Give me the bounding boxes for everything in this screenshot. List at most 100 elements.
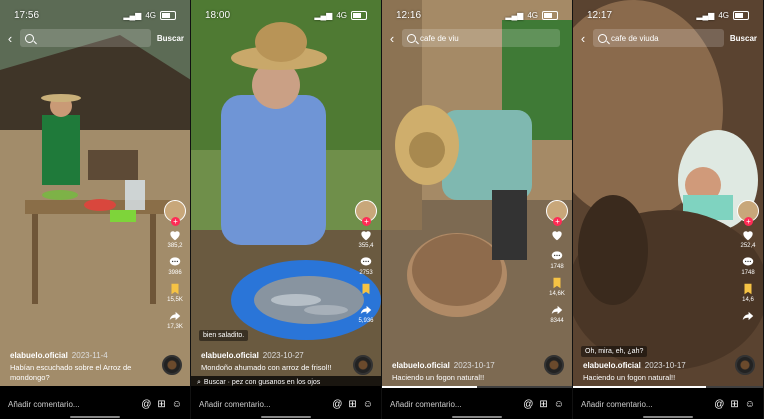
music-disc[interactable]: [735, 355, 755, 375]
action-rail: + 385,2 3986 15,5K 17,3K: [164, 200, 186, 330]
home-indicator: [70, 416, 120, 418]
related-search-text: Buscar · pez con gusanos en los ojos: [203, 379, 321, 386]
comment-count: 1748: [550, 264, 564, 270]
comment-icon: [551, 251, 563, 260]
related-search-bar[interactable]: ⌕ Buscar · pez con gusanos en los ojos: [191, 376, 381, 389]
search-input[interactable]: cafe de viuda: [593, 29, 724, 47]
username[interactable]: elabuelo.oficial: [201, 351, 259, 360]
heart-icon: [170, 231, 180, 241]
like-button[interactable]: 252,4: [740, 228, 756, 249]
status-bar: 12:17 ▂▄▆ 4G: [573, 8, 763, 22]
video-progress[interactable]: [573, 386, 763, 388]
video-panel-4[interactable]: 12:17 ▂▄▆ 4G ‹ cafe de viuda Buscar + 252…: [573, 0, 764, 419]
status-time: 18:00: [205, 9, 231, 21]
video-panel-1[interactable]: 17:56 ▂▄▆ 4G ‹ Buscar + 385,2 3986 15,5K …: [0, 0, 191, 419]
creator-avatar[interactable]: +: [164, 200, 186, 226]
video-progress[interactable]: [382, 386, 572, 388]
like-button[interactable]: [550, 228, 564, 243]
save-button[interactable]: 14,6: [741, 282, 755, 303]
save-button[interactable]: [359, 282, 373, 297]
battery-icon: [160, 10, 176, 20]
gift-icon[interactable]: ⊞: [539, 399, 547, 410]
share-button[interactable]: 5,936: [358, 303, 374, 324]
gift-icon[interactable]: ⊞: [348, 399, 356, 410]
save-count: 14,6K: [549, 291, 565, 297]
bookmark-icon: [171, 283, 179, 295]
creator-avatar[interactable]: +: [355, 200, 377, 226]
creator-avatar[interactable]: +: [737, 200, 759, 226]
top-bar: ‹ cafe de viu: [386, 28, 568, 48]
share-button[interactable]: 8344: [550, 303, 564, 324]
comment-button[interactable]: 2753: [359, 255, 373, 276]
gift-icon[interactable]: ⊞: [157, 399, 165, 410]
follow-plus-icon[interactable]: +: [553, 217, 562, 226]
comment-button[interactable]: 1748: [741, 255, 755, 276]
username[interactable]: elabuelo.oficial: [10, 351, 68, 360]
emoji-icon[interactable]: ☺: [172, 399, 182, 410]
follow-plus-icon[interactable]: +: [362, 217, 371, 226]
search-button[interactable]: Buscar: [728, 34, 759, 43]
comment-button[interactable]: 3986: [168, 255, 182, 276]
video-progress-fill: [573, 386, 706, 388]
like-count: 385,2: [167, 243, 183, 249]
share-button[interactable]: 17,3K: [167, 309, 183, 330]
back-icon[interactable]: ‹: [386, 31, 398, 46]
share-icon: [169, 311, 181, 321]
status-bar: 17:56 ▂▄▆ 4G: [0, 8, 190, 22]
search-button[interactable]: Buscar: [155, 34, 186, 43]
share-count: 17,3K: [167, 324, 183, 330]
at-icon[interactable]: @: [141, 399, 151, 410]
music-disc[interactable]: [162, 355, 182, 375]
post-date: 2023-11-4: [71, 351, 108, 360]
action-rail: + 252,4 1748 14,6: [737, 200, 759, 324]
search-icon: [598, 33, 607, 43]
gift-icon[interactable]: ⊞: [730, 399, 738, 410]
at-icon[interactable]: @: [332, 399, 342, 410]
video-panel-2[interactable]: 18:00 ▂▄▆ 4G + 355,4 2753 5,936 bien sala…: [191, 0, 382, 419]
music-disc[interactable]: [544, 355, 564, 375]
like-button[interactable]: 385,2: [167, 228, 183, 249]
save-button[interactable]: 15,5K: [167, 282, 183, 303]
bookmark-icon: [744, 283, 752, 295]
follow-plus-icon[interactable]: +: [171, 217, 180, 226]
comment-bar: Añadir comentario... @ ⊞ ☺: [191, 389, 381, 419]
emoji-icon[interactable]: ☺: [745, 399, 755, 410]
search-input[interactable]: cafe de viu: [402, 29, 560, 47]
save-button[interactable]: 14,6K: [549, 276, 565, 297]
share-count: 5,936: [358, 318, 374, 324]
comment-bar: Añadir comentario... @ ⊞ ☺: [573, 389, 763, 419]
search-text: cafe de viu: [420, 33, 459, 43]
battery-icon: [351, 10, 367, 20]
video-caption: elabuelo.oficial 2023-10-17 Haciendo un f…: [392, 361, 538, 383]
comment-input[interactable]: Añadir comentario...: [8, 400, 141, 409]
music-disc[interactable]: [353, 355, 373, 375]
signal-icon: ▂▄▆: [314, 10, 333, 20]
like-button[interactable]: 355,4: [358, 228, 374, 249]
comment-icon: [360, 257, 372, 266]
share-button[interactable]: [741, 309, 755, 324]
emoji-icon[interactable]: ☺: [554, 399, 564, 410]
creator-avatar[interactable]: +: [546, 200, 568, 226]
username[interactable]: elabuelo.oficial: [583, 361, 641, 370]
follow-plus-icon[interactable]: +: [744, 217, 753, 226]
home-indicator: [452, 416, 502, 418]
username[interactable]: elabuelo.oficial: [392, 361, 450, 370]
network-label: 4G: [336, 10, 347, 20]
comment-bar: Añadir comentario... @ ⊞ ☺: [0, 389, 190, 419]
back-icon[interactable]: ‹: [577, 31, 589, 46]
comment-input[interactable]: Añadir comentario...: [390, 400, 523, 409]
emoji-icon[interactable]: ☺: [363, 399, 373, 410]
at-icon[interactable]: @: [523, 399, 533, 410]
video-frame-1: [0, 0, 190, 386]
back-icon[interactable]: ‹: [4, 31, 16, 46]
search-input[interactable]: [20, 29, 151, 47]
search-icon: ⌕: [197, 378, 201, 386]
video-progress-fill: [382, 386, 477, 388]
comment-input[interactable]: Añadir comentario...: [581, 400, 714, 409]
comment-button[interactable]: 1748: [550, 249, 564, 270]
like-count: 252,4: [740, 243, 756, 249]
comment-input[interactable]: Añadir comentario...: [199, 400, 332, 409]
at-icon[interactable]: @: [714, 399, 724, 410]
video-panel-3[interactable]: 12:16 ▂▄▆ 4G ‹ cafe de viu + 1748 14,6K 8…: [382, 0, 573, 419]
signal-icon: ▂▄▆: [696, 10, 715, 20]
